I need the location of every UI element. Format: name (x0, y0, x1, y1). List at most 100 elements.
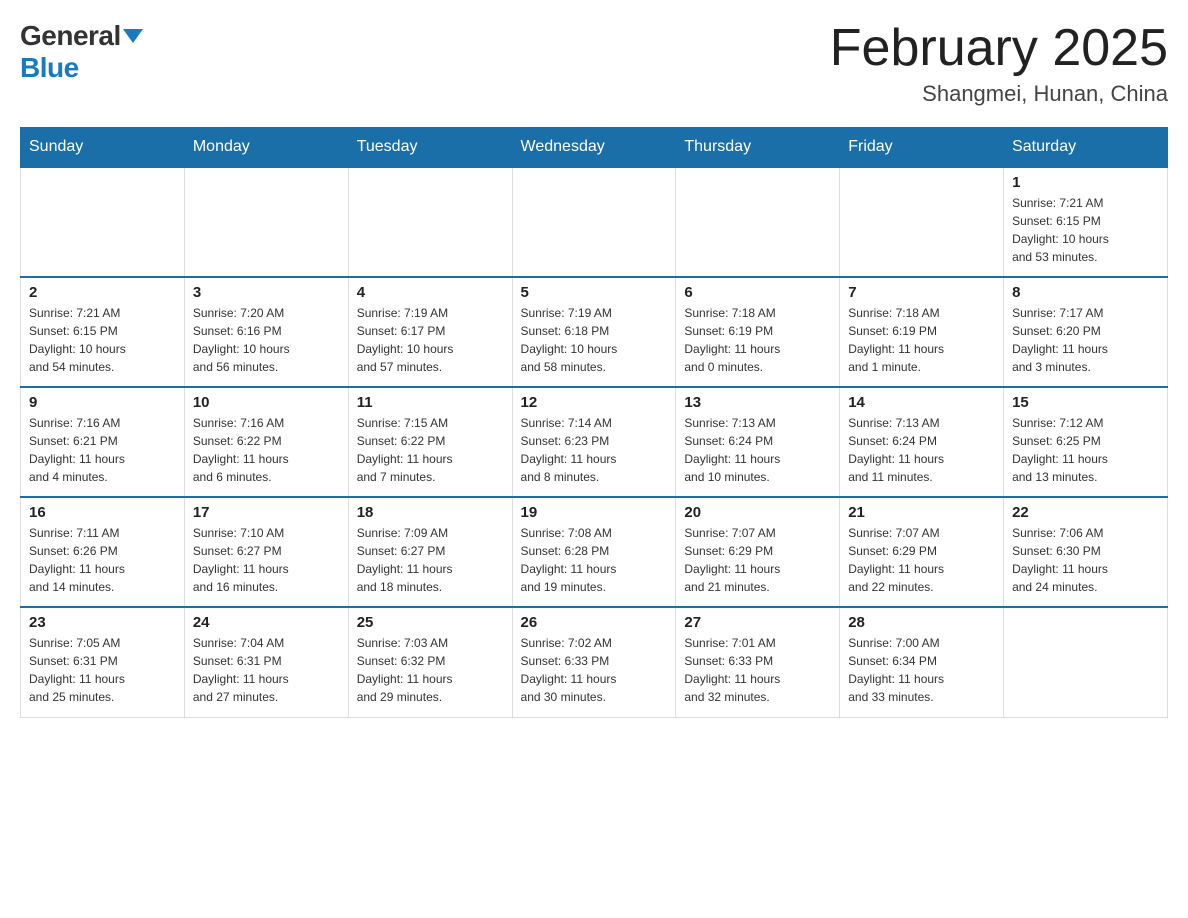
day-info: Sunrise: 7:18 AM Sunset: 6:19 PM Dayligh… (848, 304, 995, 376)
calendar-cell (512, 167, 676, 277)
day-info: Sunrise: 7:08 AM Sunset: 6:28 PM Dayligh… (521, 524, 668, 596)
day-number: 27 (684, 614, 831, 631)
calendar-cell: 15 Sunrise: 7:12 AM Sunset: 6:25 PM Dayli… (1004, 387, 1168, 497)
calendar-body: 1Sunrise: 7:21 AM Sunset: 6:15 PM Daylig… (21, 167, 1168, 717)
days-of-week-row: SundayMondayTuesdayWednesdayThursdayFrid… (21, 128, 1168, 168)
day-number: 7 (848, 284, 995, 301)
day-number: 12 (521, 394, 668, 411)
day-number: 8 (1012, 284, 1159, 301)
day-number: 21 (848, 504, 995, 521)
calendar-cell: 10 Sunrise: 7:16 AM Sunset: 6:22 PM Dayli… (184, 387, 348, 497)
day-number: 3 (193, 284, 340, 301)
day-info: Sunrise: 7:07 AM Sunset: 6:29 PM Dayligh… (848, 524, 995, 596)
day-info: Sunrise: 7:19 AM Sunset: 6:17 PM Dayligh… (357, 304, 504, 376)
page-header: General Blue February 2025 Shangmei, Hun… (20, 20, 1168, 107)
calendar-cell: 7 Sunrise: 7:18 AM Sunset: 6:19 PM Daylig… (840, 277, 1004, 387)
day-number: 25 (357, 614, 504, 631)
day-info: Sunrise: 7:15 AM Sunset: 6:22 PM Dayligh… (357, 414, 504, 486)
calendar-cell: 20 Sunrise: 7:07 AM Sunset: 6:29 PM Dayli… (676, 497, 840, 607)
day-info: Sunrise: 7:02 AM Sunset: 6:33 PM Dayligh… (521, 634, 668, 706)
day-of-week-header: Wednesday (512, 128, 676, 168)
day-number: 6 (684, 284, 831, 301)
day-info: Sunrise: 7:12 AM Sunset: 6:25 PM Dayligh… (1012, 414, 1159, 486)
calendar-cell: 23 Sunrise: 7:05 AM Sunset: 6:31 PM Dayli… (21, 607, 185, 717)
calendar-cell: 3 Sunrise: 7:20 AM Sunset: 6:16 PM Daylig… (184, 277, 348, 387)
day-number: 18 (357, 504, 504, 521)
calendar-header: SundayMondayTuesdayWednesdayThursdayFrid… (21, 128, 1168, 168)
calendar-cell: 18 Sunrise: 7:09 AM Sunset: 6:27 PM Dayli… (348, 497, 512, 607)
calendar-cell: 13Sunrise: 7:13 AM Sunset: 6:24 PM Dayli… (676, 387, 840, 497)
calendar-cell: 22Sunrise: 7:06 AM Sunset: 6:30 PM Dayli… (1004, 497, 1168, 607)
calendar-cell: 14Sunrise: 7:13 AM Sunset: 6:24 PM Dayli… (840, 387, 1004, 497)
day-info: Sunrise: 7:09 AM Sunset: 6:27 PM Dayligh… (357, 524, 504, 596)
calendar-cell (21, 167, 185, 277)
location-subtitle: Shangmei, Hunan, China (830, 81, 1168, 107)
day-info: Sunrise: 7:04 AM Sunset: 6:31 PM Dayligh… (193, 634, 340, 706)
day-of-week-header: Tuesday (348, 128, 512, 168)
calendar-cell: 11 Sunrise: 7:15 AM Sunset: 6:22 PM Dayli… (348, 387, 512, 497)
day-info: Sunrise: 7:07 AM Sunset: 6:29 PM Dayligh… (684, 524, 831, 596)
day-of-week-header: Monday (184, 128, 348, 168)
calendar-cell: 24Sunrise: 7:04 AM Sunset: 6:31 PM Dayli… (184, 607, 348, 717)
calendar-table: SundayMondayTuesdayWednesdayThursdayFrid… (20, 127, 1168, 718)
calendar-cell: 17 Sunrise: 7:10 AM Sunset: 6:27 PM Dayli… (184, 497, 348, 607)
day-of-week-header: Thursday (676, 128, 840, 168)
calendar-week-row: 9Sunrise: 7:16 AM Sunset: 6:21 PM Daylig… (21, 387, 1168, 497)
calendar-cell: 19 Sunrise: 7:08 AM Sunset: 6:28 PM Dayli… (512, 497, 676, 607)
calendar-week-row: 23 Sunrise: 7:05 AM Sunset: 6:31 PM Dayli… (21, 607, 1168, 717)
day-info: Sunrise: 7:01 AM Sunset: 6:33 PM Dayligh… (684, 634, 831, 706)
title-block: February 2025 Shangmei, Hunan, China (830, 20, 1168, 107)
day-number: 17 (193, 504, 340, 521)
day-number: 5 (521, 284, 668, 301)
day-number: 4 (357, 284, 504, 301)
day-number: 15 (1012, 394, 1159, 411)
day-of-week-header: Saturday (1004, 128, 1168, 168)
day-number: 16 (29, 504, 176, 521)
month-year-title: February 2025 (830, 20, 1168, 77)
calendar-cell: 16Sunrise: 7:11 AM Sunset: 6:26 PM Dayli… (21, 497, 185, 607)
day-info: Sunrise: 7:21 AM Sunset: 6:15 PM Dayligh… (1012, 194, 1159, 266)
day-info: Sunrise: 7:19 AM Sunset: 6:18 PM Dayligh… (521, 304, 668, 376)
calendar-cell: 8 Sunrise: 7:17 AM Sunset: 6:20 PM Daylig… (1004, 277, 1168, 387)
day-number: 28 (848, 614, 995, 631)
day-number: 14 (848, 394, 995, 411)
day-number: 22 (1012, 504, 1159, 521)
logo-blue-text: Blue (20, 52, 79, 84)
day-number: 23 (29, 614, 176, 631)
day-info: Sunrise: 7:03 AM Sunset: 6:32 PM Dayligh… (357, 634, 504, 706)
day-info: Sunrise: 7:14 AM Sunset: 6:23 PM Dayligh… (521, 414, 668, 486)
day-number: 2 (29, 284, 176, 301)
calendar-cell: 25 Sunrise: 7:03 AM Sunset: 6:32 PM Dayli… (348, 607, 512, 717)
day-number: 26 (521, 614, 668, 631)
calendar-cell (348, 167, 512, 277)
logo-arrow-icon (123, 29, 143, 43)
day-number: 10 (193, 394, 340, 411)
day-info: Sunrise: 7:18 AM Sunset: 6:19 PM Dayligh… (684, 304, 831, 376)
calendar-cell (1004, 607, 1168, 717)
day-info: Sunrise: 7:21 AM Sunset: 6:15 PM Dayligh… (29, 304, 176, 376)
day-info: Sunrise: 7:20 AM Sunset: 6:16 PM Dayligh… (193, 304, 340, 376)
calendar-cell: 1Sunrise: 7:21 AM Sunset: 6:15 PM Daylig… (1004, 167, 1168, 277)
day-info: Sunrise: 7:16 AM Sunset: 6:21 PM Dayligh… (29, 414, 176, 486)
day-info: Sunrise: 7:17 AM Sunset: 6:20 PM Dayligh… (1012, 304, 1159, 376)
day-number: 20 (684, 504, 831, 521)
calendar-cell: 12 Sunrise: 7:14 AM Sunset: 6:23 PM Dayli… (512, 387, 676, 497)
day-info: Sunrise: 7:10 AM Sunset: 6:27 PM Dayligh… (193, 524, 340, 596)
calendar-cell: 26 Sunrise: 7:02 AM Sunset: 6:33 PM Dayli… (512, 607, 676, 717)
logo-general-text: General (20, 20, 121, 52)
day-number: 19 (521, 504, 668, 521)
calendar-cell (676, 167, 840, 277)
calendar-cell: 4 Sunrise: 7:19 AM Sunset: 6:17 PM Daylig… (348, 277, 512, 387)
day-number: 13 (684, 394, 831, 411)
day-number: 11 (357, 394, 504, 411)
day-info: Sunrise: 7:05 AM Sunset: 6:31 PM Dayligh… (29, 634, 176, 706)
calendar-cell: 21 Sunrise: 7:07 AM Sunset: 6:29 PM Dayli… (840, 497, 1004, 607)
calendar-week-row: 2 Sunrise: 7:21 AM Sunset: 6:15 PM Daylig… (21, 277, 1168, 387)
calendar-cell (184, 167, 348, 277)
calendar-cell: 2 Sunrise: 7:21 AM Sunset: 6:15 PM Daylig… (21, 277, 185, 387)
calendar-cell: 27 Sunrise: 7:01 AM Sunset: 6:33 PM Dayli… (676, 607, 840, 717)
day-info: Sunrise: 7:16 AM Sunset: 6:22 PM Dayligh… (193, 414, 340, 486)
calendar-cell: 28Sunrise: 7:00 AM Sunset: 6:34 PM Dayli… (840, 607, 1004, 717)
day-of-week-header: Sunday (21, 128, 185, 168)
calendar-cell (840, 167, 1004, 277)
